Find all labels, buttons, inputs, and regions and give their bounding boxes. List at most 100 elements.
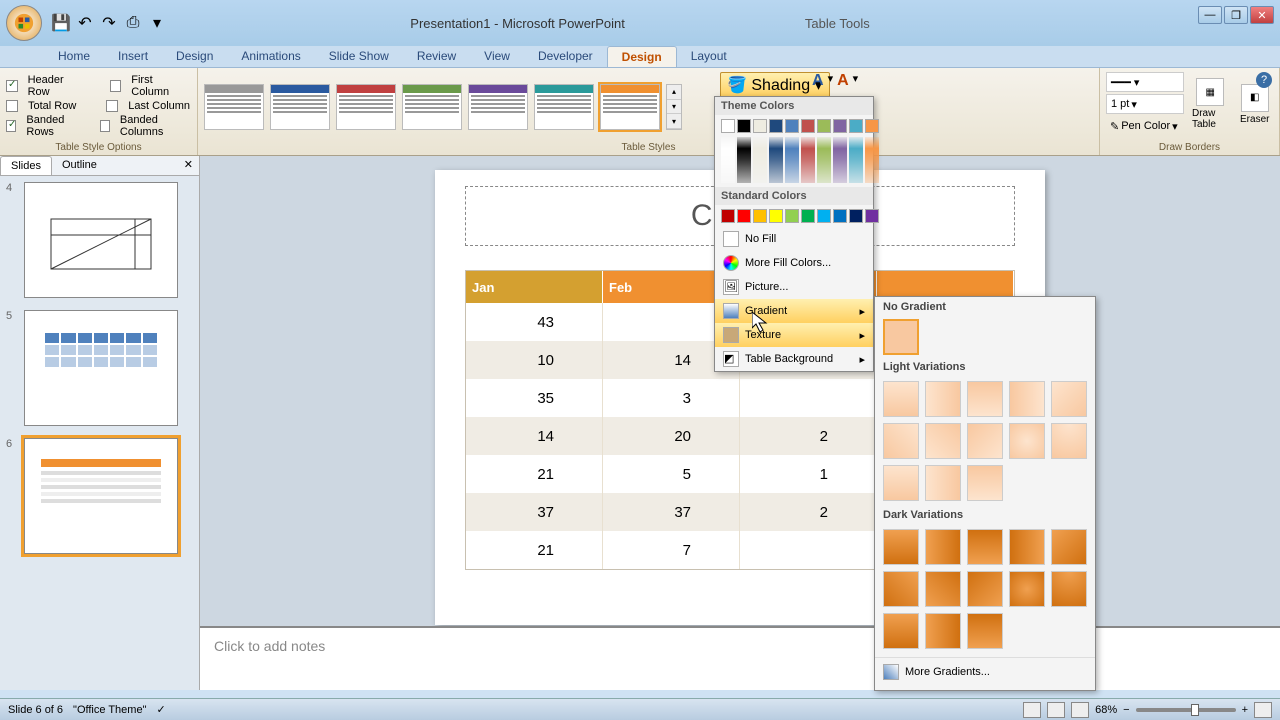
color-swatch[interactable] — [833, 209, 847, 223]
table-cell[interactable]: 5 — [603, 455, 740, 493]
zoom-out-button[interactable]: − — [1123, 704, 1129, 716]
gradient-swatch-light[interactable] — [1051, 423, 1087, 459]
slideshow-view-button[interactable] — [1071, 702, 1089, 718]
table-background-item[interactable]: ◩Table Background▸ — [715, 347, 873, 371]
fit-window-button[interactable] — [1254, 702, 1272, 718]
table-cell[interactable]: 2 — [740, 493, 877, 531]
eraser-button[interactable]: ◧Eraser — [1237, 84, 1274, 125]
close-button[interactable]: ✕ — [1250, 6, 1274, 24]
gradient-swatch-light[interactable] — [967, 465, 1003, 501]
tab-review[interactable]: Review — [403, 46, 470, 67]
gallery-expand[interactable]: ▴▾▾ — [666, 84, 682, 130]
texture-fill-item[interactable]: Texture▸ — [715, 323, 873, 347]
color-shade-column[interactable] — [753, 137, 767, 183]
color-swatch[interactable] — [801, 119, 815, 133]
table-cell[interactable]: 37 — [466, 493, 603, 531]
gradient-fill-item[interactable]: Gradient▸ — [715, 299, 873, 323]
color-shade-column[interactable] — [817, 137, 831, 183]
table-style-thumb[interactable] — [468, 84, 528, 130]
chk-total-row[interactable] — [6, 100, 18, 112]
gradient-swatch-dark[interactable] — [883, 571, 919, 607]
zoom-slider[interactable] — [1136, 708, 1236, 712]
table-style-thumb[interactable] — [600, 84, 660, 130]
color-swatch[interactable] — [753, 209, 767, 223]
gradient-swatch-light[interactable] — [883, 381, 919, 417]
pen-weight-dropdown[interactable]: 1 pt ▾ — [1106, 94, 1184, 114]
pen-color-dropdown[interactable]: ✎ Pen Color ▾ — [1106, 116, 1184, 136]
table-style-thumb[interactable] — [402, 84, 462, 130]
color-shade-column[interactable] — [865, 137, 879, 183]
table-style-thumb[interactable] — [204, 84, 264, 130]
close-pane-icon[interactable]: ✕ — [178, 156, 199, 175]
redo-icon[interactable]: ↷ — [100, 14, 118, 32]
table-cell[interactable] — [740, 379, 877, 417]
gradient-swatch-dark[interactable] — [925, 613, 961, 649]
gradient-swatch-dark[interactable] — [1051, 529, 1087, 565]
color-swatch[interactable] — [769, 119, 783, 133]
save-icon[interactable]: 💾 — [52, 14, 70, 32]
color-shade-column[interactable] — [769, 137, 783, 183]
gradient-swatch-light[interactable] — [1051, 381, 1087, 417]
chk-last-column[interactable] — [106, 100, 118, 112]
gradient-swatch-dark[interactable] — [1009, 571, 1045, 607]
gradient-swatch-light[interactable] — [925, 465, 961, 501]
tab-tabletools-design[interactable]: Design — [607, 46, 677, 67]
tab-slideshow[interactable]: Slide Show — [315, 46, 403, 67]
color-shade-column[interactable] — [833, 137, 847, 183]
color-shade-column[interactable] — [721, 137, 735, 183]
gradient-swatch-dark[interactable] — [925, 529, 961, 565]
chk-first-column[interactable] — [110, 80, 122, 92]
gradient-swatch-light[interactable] — [925, 381, 961, 417]
table-cell[interactable]: 2 — [740, 417, 877, 455]
tab-developer[interactable]: Developer — [524, 46, 607, 67]
table-cell[interactable]: 7 — [603, 531, 740, 569]
color-swatch[interactable] — [849, 209, 863, 223]
gradient-swatch-light[interactable] — [925, 423, 961, 459]
gradient-swatch-light[interactable] — [967, 423, 1003, 459]
color-swatch[interactable] — [801, 209, 815, 223]
table-cell[interactable]: 21 — [466, 531, 603, 569]
table-cell[interactable]: 3 — [603, 379, 740, 417]
color-shade-column[interactable] — [849, 137, 863, 183]
office-button[interactable] — [6, 5, 42, 41]
text-effects-button[interactable]: A▾ A▾ — [812, 72, 858, 90]
slide-thumb-6[interactable]: 6 — [6, 438, 193, 554]
gradient-swatch-dark[interactable] — [925, 571, 961, 607]
gradient-swatch-light[interactable] — [1009, 381, 1045, 417]
color-swatch[interactable] — [833, 119, 847, 133]
tab-animations[interactable]: Animations — [227, 46, 314, 67]
slide-thumb-5[interactable]: 5 — [6, 310, 193, 426]
color-swatch[interactable] — [737, 119, 751, 133]
color-swatch[interactable] — [865, 209, 879, 223]
color-swatch[interactable] — [721, 119, 735, 133]
tab-view[interactable]: View — [470, 46, 524, 67]
color-swatch[interactable] — [769, 209, 783, 223]
qat-more-icon[interactable]: ▾ — [148, 14, 166, 32]
color-shade-column[interactable] — [737, 137, 751, 183]
gradient-swatch-dark[interactable] — [1051, 571, 1087, 607]
color-swatch[interactable] — [737, 209, 751, 223]
table-style-thumb[interactable] — [534, 84, 594, 130]
gradient-swatch-dark[interactable] — [967, 613, 1003, 649]
table-style-thumb[interactable] — [336, 84, 396, 130]
notes-pane[interactable]: Click to add notes — [200, 626, 1280, 690]
table-cell[interactable]: 20 — [603, 417, 740, 455]
color-swatch[interactable] — [785, 119, 799, 133]
color-swatch[interactable] — [753, 119, 767, 133]
color-swatch[interactable] — [721, 209, 735, 223]
chk-banded-rows[interactable] — [6, 120, 16, 132]
tab-insert[interactable]: Insert — [104, 46, 162, 67]
spellcheck-icon[interactable]: ✓ — [156, 703, 165, 716]
pen-style-dropdown[interactable]: ━━━ ▾ — [1106, 72, 1184, 92]
color-shade-column[interactable] — [801, 137, 815, 183]
tab-tabletools-layout[interactable]: Layout — [677, 46, 741, 67]
picture-fill-item[interactable]: 🖼Picture... — [715, 275, 873, 299]
gradient-swatch-dark[interactable] — [883, 529, 919, 565]
more-fill-colors-item[interactable]: More Fill Colors... — [715, 251, 873, 275]
slide-thumb-4[interactable]: 4 — [6, 182, 193, 298]
gradient-swatch-light[interactable] — [883, 423, 919, 459]
more-gradients-item[interactable]: More Gradients... — [875, 657, 1095, 686]
color-swatch[interactable] — [865, 119, 879, 133]
chk-banded-cols[interactable] — [100, 120, 110, 132]
color-shade-column[interactable] — [785, 137, 799, 183]
